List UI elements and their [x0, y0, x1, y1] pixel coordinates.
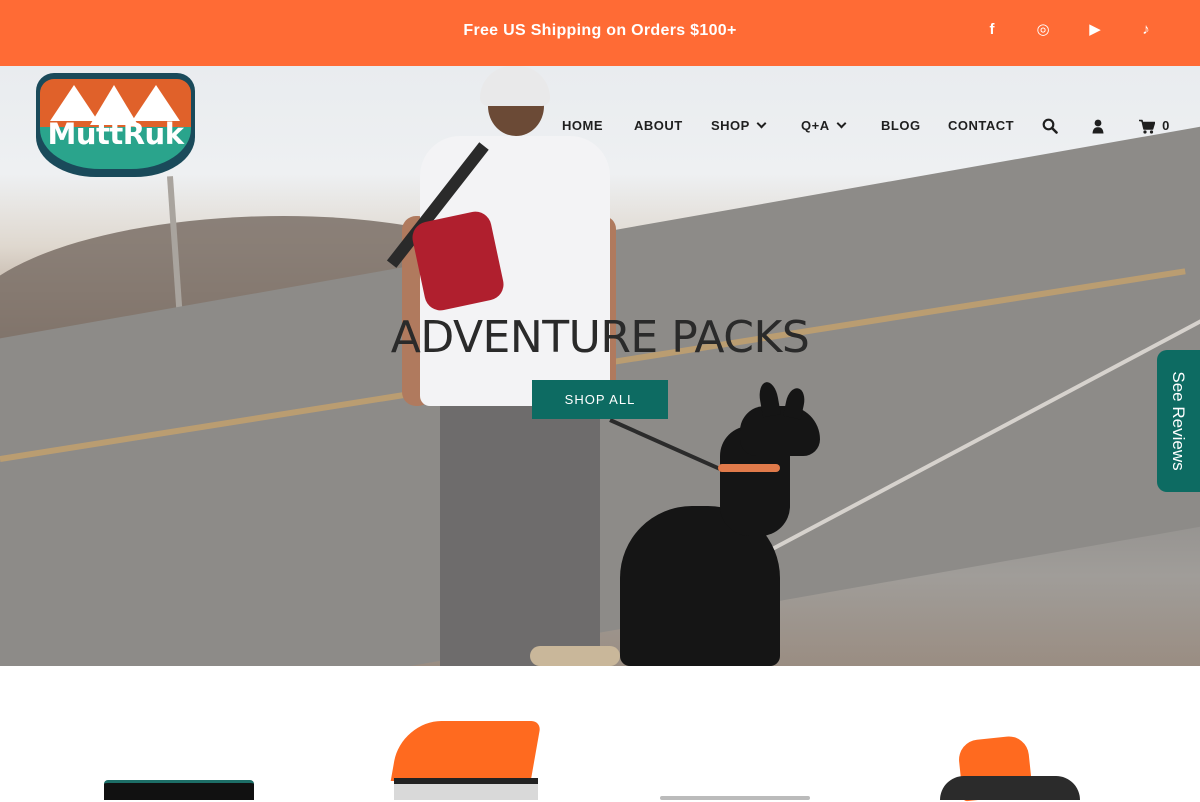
hiker-jeans [440, 396, 600, 666]
product-image-4-base[interactable] [940, 776, 1080, 800]
skateboard [530, 646, 620, 666]
dog-collar [718, 464, 780, 472]
nav-blog-label: BLOG [881, 118, 921, 133]
cart-button[interactable]: 0 [1139, 112, 1169, 140]
chevron-down-icon [836, 118, 847, 129]
instagram-icon[interactable]: ◎ [1031, 18, 1055, 42]
product-image-2-base[interactable] [394, 778, 538, 800]
search-icon [1042, 118, 1058, 134]
shop-all-button[interactable]: SHOP ALL [532, 380, 668, 419]
tiktok-icon[interactable]: ♪ [1134, 18, 1158, 42]
product-image-2[interactable] [390, 721, 542, 781]
user-icon [1092, 119, 1104, 134]
nav-contact-label: CONTACT [948, 118, 1015, 133]
chevron-down-icon [756, 118, 767, 129]
nav-home[interactable]: HOME [562, 112, 603, 140]
account-button[interactable] [1092, 112, 1104, 140]
product-image-1[interactable] [104, 780, 254, 800]
product-grid [0, 666, 1200, 802]
search-button[interactable] [1042, 112, 1058, 140]
nav-shop-label: SHOP [711, 118, 750, 133]
cart-count: 0 [1162, 118, 1170, 133]
nav-blog[interactable]: BLOG [881, 112, 921, 140]
nav-home-label: HOME [562, 118, 603, 133]
nav-qa-label: Q+A [801, 118, 830, 133]
facebook-icon[interactable]: f [980, 18, 1004, 42]
hiker-cap [480, 66, 550, 106]
nav-shop[interactable]: SHOP [711, 112, 767, 140]
youtube-icon[interactable]: ▶ [1083, 18, 1107, 42]
announcement-bar: Free US Shipping on Orders $100+ f ◎ ▶ ♪ [0, 0, 1200, 66]
nav-qa[interactable]: Q+A [801, 112, 847, 140]
shipping-promo-text: Free US Shipping on Orders $100+ [463, 22, 737, 39]
product-image-3[interactable] [660, 796, 810, 800]
cart-icon [1139, 119, 1156, 134]
hero-title: ADVENTURE PACKS [390, 312, 810, 363]
logo-wordmark: MuttRuk [47, 117, 185, 151]
muttruk-logo[interactable]: MuttRuk [36, 73, 195, 177]
logo-mountain [132, 85, 180, 121]
nav-about-label: ABOUT [634, 118, 683, 133]
see-reviews-tab[interactable]: See Reviews [1157, 350, 1200, 492]
see-reviews-label: See Reviews [1169, 371, 1188, 471]
nav-about[interactable]: ABOUT [634, 112, 683, 140]
nav-contact[interactable]: CONTACT [948, 112, 1014, 140]
